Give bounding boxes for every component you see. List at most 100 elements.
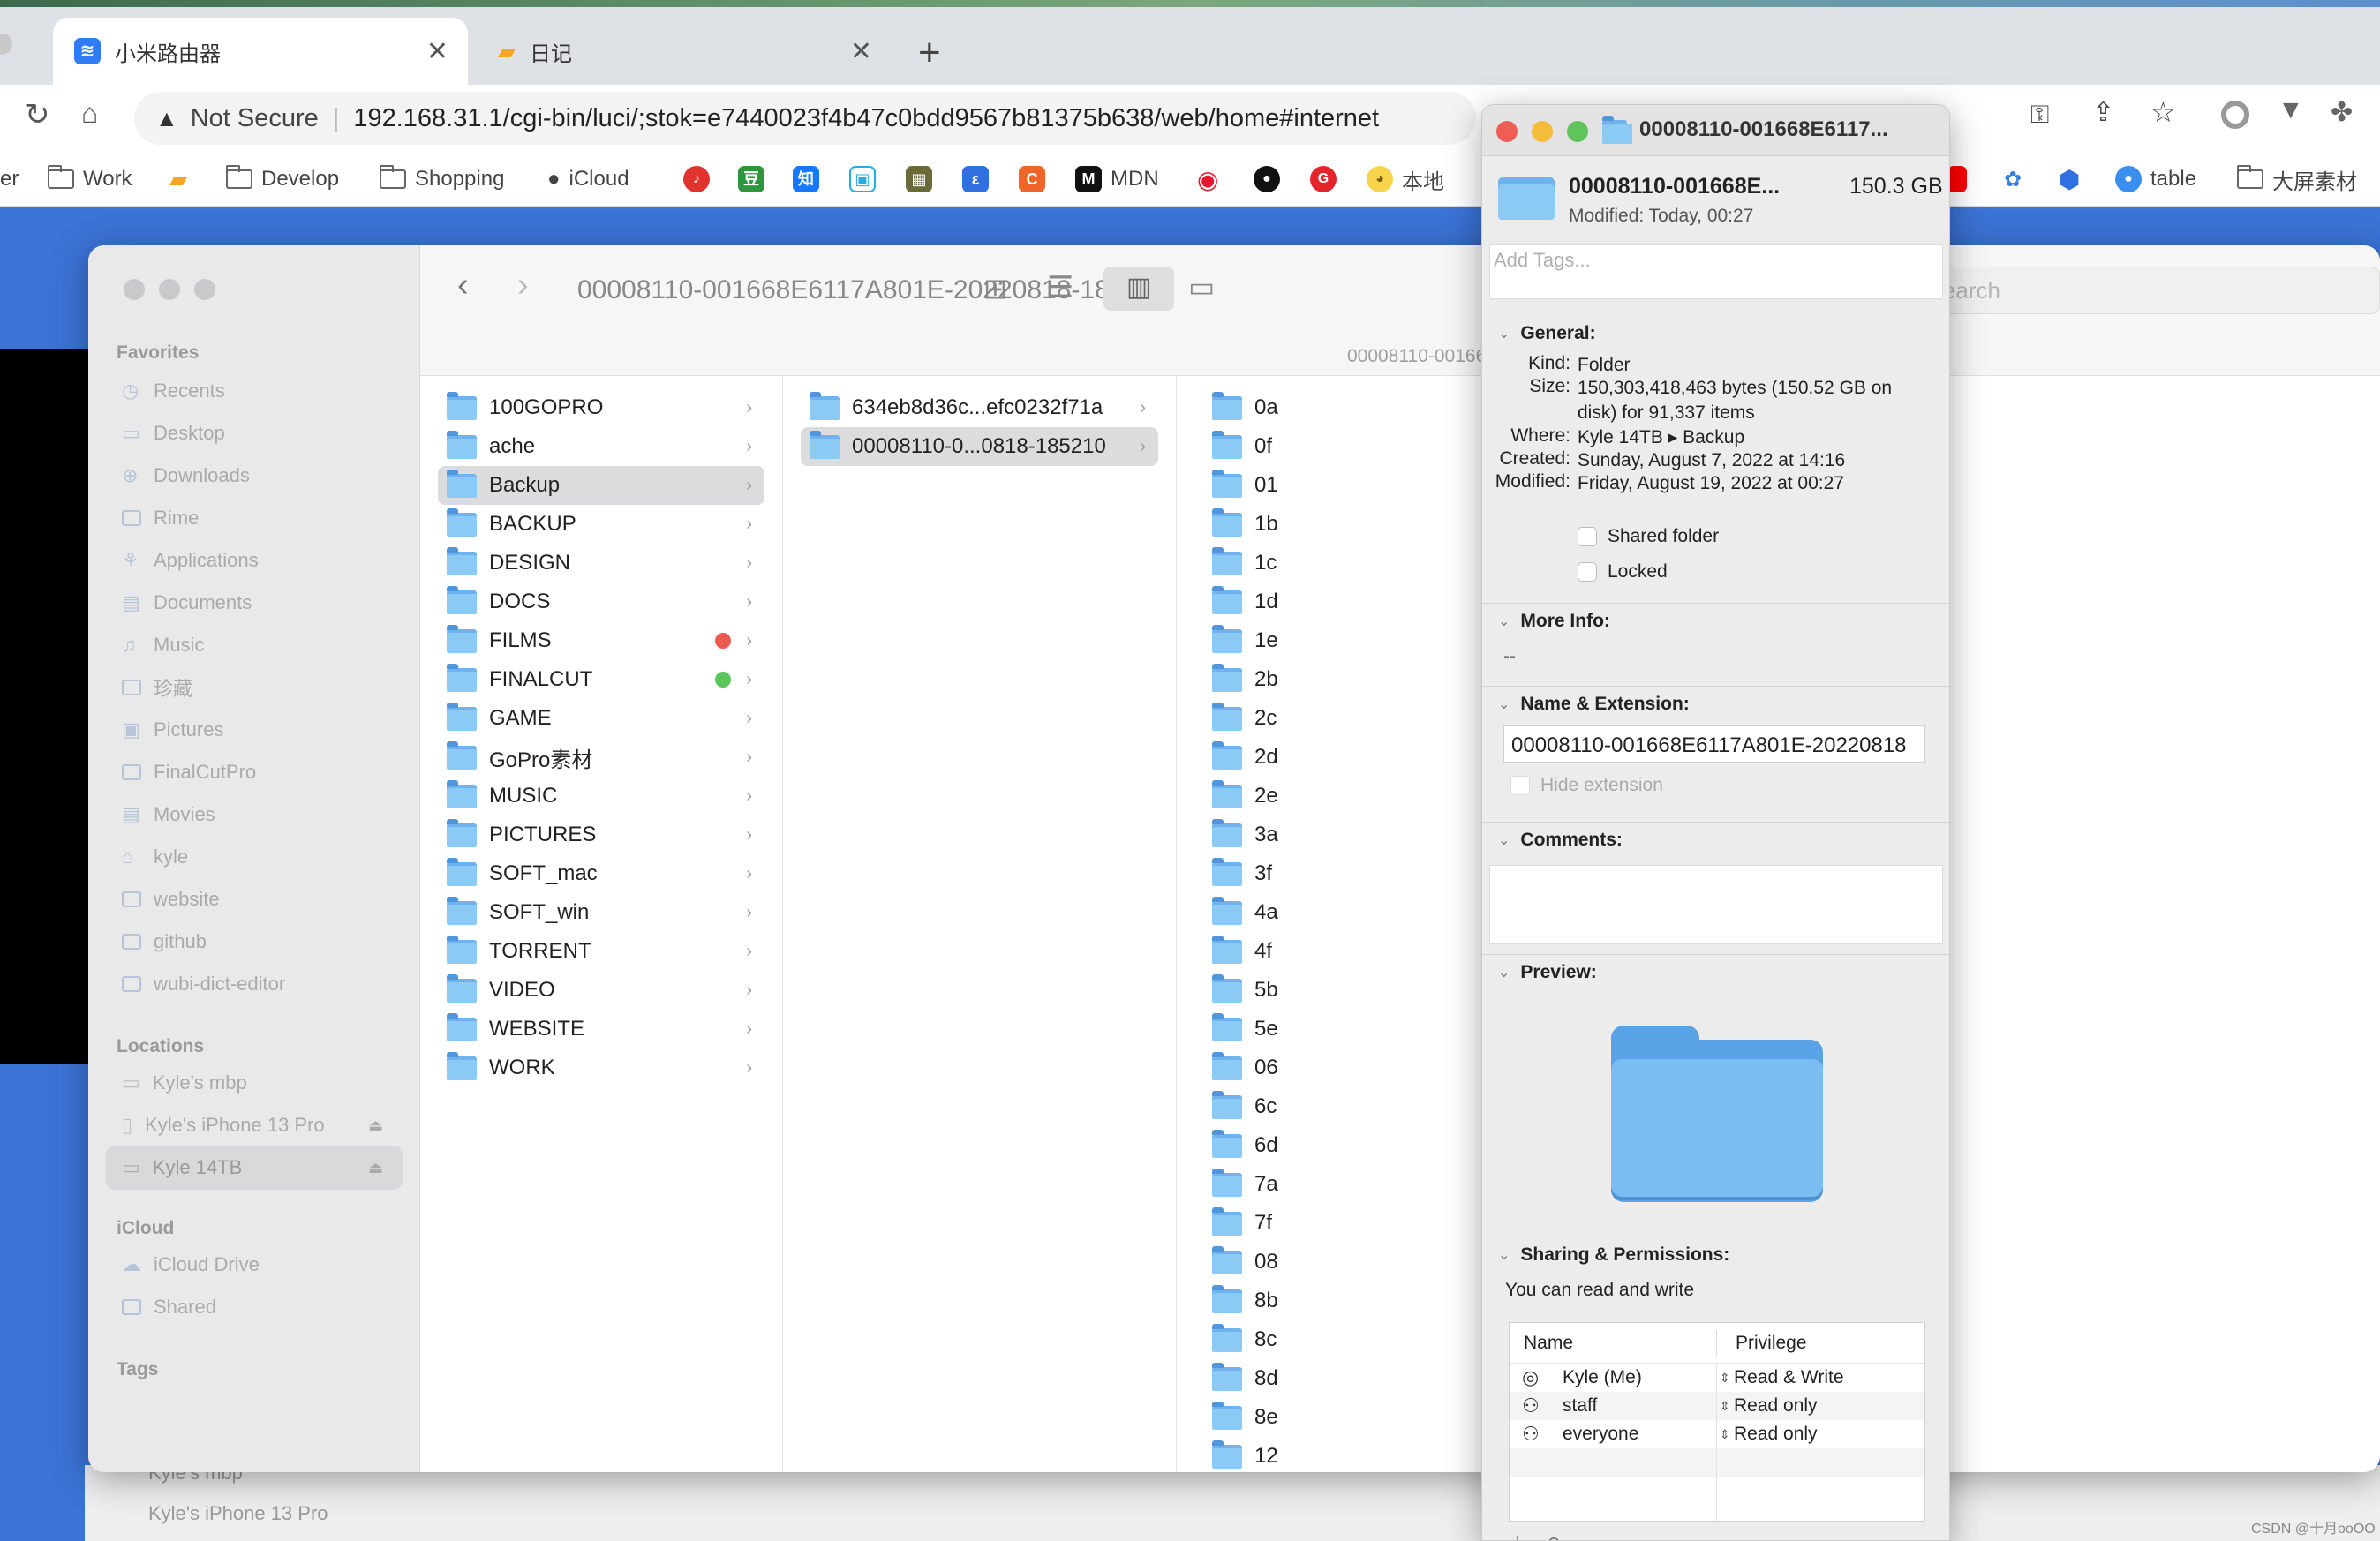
list-item[interactable]: ache ›: [438, 427, 764, 466]
add-remove-buttons[interactable]: ＋ − ⊙: [1509, 1529, 1562, 1540]
list-item[interactable]: FINALCUT ›: [438, 660, 764, 699]
list-item[interactable]: DOCS ›: [438, 583, 764, 621]
bookmark-youtube[interactable]: [1947, 152, 1967, 207]
stepper-icon[interactable]: ⇕: [1720, 1399, 1730, 1414]
table-row[interactable]: ◎ Kyle (Me) ⇕ Read & Write: [1510, 1364, 1924, 1392]
bookmark-table[interactable]: ● table: [2115, 152, 2196, 207]
permission-privilege[interactable]: Read only: [1734, 1395, 1818, 1417]
sidebar-item-8[interactable]: ▣ Pictures: [106, 708, 403, 752]
checkbox[interactable]: [1578, 562, 1597, 582]
bookmark-netease[interactable]: ♪: [683, 152, 710, 207]
shared-folder-checkbox[interactable]: Shared folder: [1578, 526, 1719, 547]
bookmark-cube[interactable]: ⬢: [2059, 152, 2080, 207]
list-item[interactable]: MUSIC ›: [438, 777, 764, 816]
bookmark-g[interactable]: G: [1310, 152, 1337, 207]
bookmark-icloud[interactable]: ● iCloud: [547, 152, 629, 207]
sidebar-item-3[interactable]: Rime: [106, 496, 403, 540]
sidebar-item-6[interactable]: ♫ Music: [106, 623, 403, 667]
vue-extension-icon[interactable]: ▼: [2278, 95, 2304, 125]
list-item[interactable]: TORRENT ›: [438, 932, 764, 971]
eject-icon[interactable]: ⏏: [368, 1159, 383, 1177]
sidebar-item-7[interactable]: 珍藏: [106, 665, 403, 710]
preview-toggle[interactable]: ⌄ Preview:: [1498, 962, 1597, 983]
stepper-icon[interactable]: ⇕: [1720, 1371, 1730, 1386]
list-item[interactable]: Backup ›: [438, 466, 764, 505]
list-item[interactable]: DESIGN ›: [438, 544, 764, 583]
sidebar-item-11[interactable]: ⌂ kyle: [106, 835, 403, 879]
sidebar-item-iphone[interactable]: ▯ Kyle's iPhone 13 Pro ⏏: [106, 1103, 403, 1147]
key-icon[interactable]: ⚿: [2030, 101, 2049, 130]
close-icon[interactable]: ✕: [426, 36, 448, 67]
bookmark-zhihu[interactable]: 知: [793, 152, 819, 207]
list-item[interactable]: SOFT_mac ›: [438, 854, 764, 893]
sidebar-item-13[interactable]: github: [106, 920, 403, 964]
tab-router[interactable]: ≋ 小米路由器 ✕: [53, 18, 468, 85]
bookmark-blue[interactable]: ε: [962, 152, 989, 207]
sharing-toggle[interactable]: ⌄ Sharing & Permissions:: [1498, 1244, 1729, 1266]
bookmark-flower[interactable]: ✿: [2004, 152, 2022, 207]
home-icon[interactable]: ⌂: [81, 97, 98, 130]
eject-icon[interactable]: ⏏: [368, 1116, 383, 1135]
url-text[interactable]: 192.168.31.1/cgi-bin/luci/;stok=e7440023…: [353, 104, 1379, 133]
extension-circle-icon[interactable]: [2221, 101, 2249, 129]
bookmark-develop[interactable]: Develop: [226, 152, 339, 207]
minimize-button[interactable]: [1532, 121, 1553, 142]
sidebar-item-1[interactable]: ▭ Desktop: [106, 411, 403, 455]
general-toggle[interactable]: ⌄ General:: [1498, 323, 1596, 344]
sidebar-item-2[interactable]: ⊕ Downloads: [106, 454, 403, 498]
list-item[interactable]: WEBSITE ›: [438, 1010, 764, 1049]
bookmark-work[interactable]: Work: [48, 152, 132, 207]
zoom-button[interactable]: [194, 279, 215, 300]
bookmark-douban[interactable]: 豆: [738, 152, 764, 207]
address-bar[interactable]: ▲ Not Secure | 192.168.31.1/cgi-bin/luci…: [134, 92, 1476, 145]
column-header-privilege[interactable]: Privilege: [1736, 1333, 1807, 1354]
bookmark-book[interactable]: ▰: [169, 152, 187, 207]
name-field[interactable]: 00008110-001668E6117A801E-20220818: [1503, 725, 1925, 763]
tags-field[interactable]: Add Tags...: [1489, 244, 1943, 299]
new-tab-button[interactable]: +: [918, 34, 941, 72]
checkbox[interactable]: [1578, 527, 1597, 546]
hide-extension-checkbox[interactable]: Hide extension: [1510, 775, 1663, 796]
bookmark-local[interactable]: ◕ 本地: [1367, 152, 1444, 207]
zoom-button[interactable]: [1567, 121, 1588, 142]
column-view-icon[interactable]: ▥: [1103, 267, 1174, 311]
bookmark-weibo[interactable]: ◉: [1197, 152, 1218, 207]
bookmark-shopping[interactable]: Shopping: [380, 152, 504, 207]
sidebar-item-9[interactable]: FinalCutPro: [106, 750, 403, 794]
list-item[interactable]: FILMS ›: [438, 621, 764, 660]
tab-diary[interactable]: ▰ 日记 ✕: [477, 18, 892, 85]
search-input[interactable]: ⌕ Search: [1880, 267, 2380, 314]
sidebar-item-14[interactable]: wubi-dict-editor: [106, 962, 403, 1006]
list-item[interactable]: VIDEO ›: [438, 971, 764, 1010]
table-row[interactable]: ⚇ everyone ⇕ Read only: [1510, 1420, 1924, 1448]
comments-field[interactable]: [1489, 865, 1943, 944]
bookmark-mdn[interactable]: M MDN: [1075, 152, 1159, 207]
more-info-toggle[interactable]: ⌄ More Info:: [1498, 611, 1610, 632]
column-header-name[interactable]: Name: [1524, 1333, 1573, 1354]
close-button[interactable]: [124, 279, 145, 300]
bookmark-calc[interactable]: ▦: [906, 152, 932, 207]
sidebar-item-12[interactable]: website: [106, 877, 403, 921]
list-item[interactable]: 100GOPRO ›: [438, 388, 764, 427]
list-item[interactable]: 00008110-0...0818-185210 ›: [801, 427, 1158, 466]
list-item[interactable]: PICTURES ›: [438, 816, 764, 854]
stepper-icon[interactable]: ⇕: [1720, 1427, 1730, 1442]
sidebar-item-icloud-drive[interactable]: ☁ iCloud Drive: [106, 1243, 403, 1287]
checkbox[interactable]: [1510, 776, 1530, 795]
share-icon[interactable]: ⇪: [2092, 97, 2114, 128]
list-item[interactable]: BACKUP ›: [438, 505, 764, 544]
permission-privilege[interactable]: Read & Write: [1734, 1367, 1844, 1388]
bookmark-er[interactable]: er: [0, 152, 19, 207]
sidebar-item-10[interactable]: ▤ Movies: [106, 793, 403, 837]
sidebar-item-5[interactable]: ▤ Documents: [106, 581, 403, 625]
puzzle-icon[interactable]: ✤: [2331, 97, 2353, 128]
list-item[interactable]: SOFT_win ›: [438, 893, 764, 932]
list-item[interactable]: 634eb8d36c...efc0232f71a ›: [801, 388, 1158, 427]
sidebar-item-kyles-mbp[interactable]: ▭ Kyle's mbp: [106, 1061, 403, 1105]
back-button[interactable]: ‹: [457, 267, 469, 304]
gallery-view-icon[interactable]: ▭: [1188, 270, 1215, 304]
bookmark-c[interactable]: C: [1019, 152, 1045, 207]
reload-icon[interactable]: ↻: [25, 97, 50, 132]
minimize-button[interactable]: [159, 279, 180, 300]
name-extension-toggle[interactable]: ⌄ Name & Extension:: [1498, 694, 1690, 715]
